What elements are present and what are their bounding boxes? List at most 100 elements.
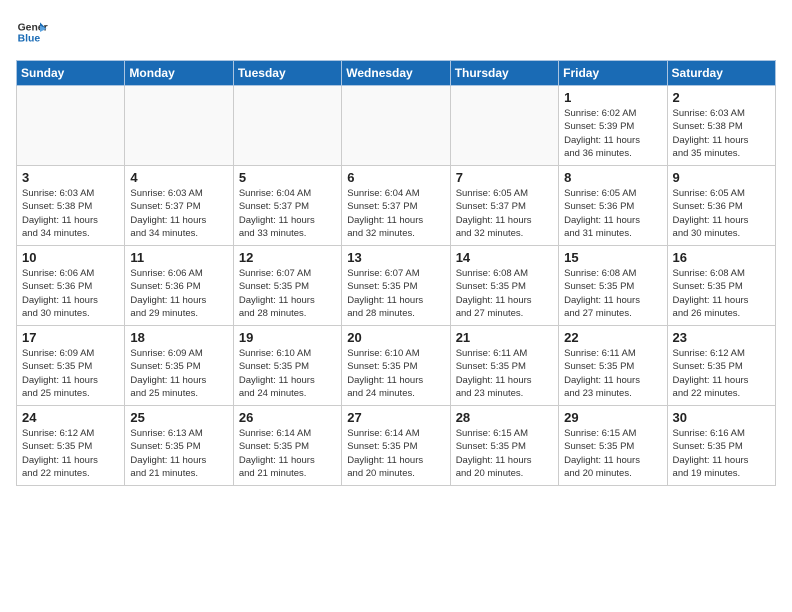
day-header-monday: Monday (125, 61, 233, 86)
day-number: 13 (347, 250, 444, 265)
calendar-cell: 24 Sunrise: 6:12 AM Sunset: 5:35 PM Dayli… (17, 406, 125, 486)
day-info: Sunrise: 6:14 AM Sunset: 5:35 PM Dayligh… (239, 427, 336, 480)
day-info: Sunrise: 6:07 AM Sunset: 5:35 PM Dayligh… (239, 267, 336, 320)
calendar-cell: 19 Sunrise: 6:10 AM Sunset: 5:35 PM Dayli… (233, 326, 341, 406)
day-info: Sunrise: 6:05 AM Sunset: 5:37 PM Dayligh… (456, 187, 553, 240)
calendar-cell (17, 86, 125, 166)
calendar-cell: 9 Sunrise: 6:05 AM Sunset: 5:36 PM Daylig… (667, 166, 775, 246)
calendar-cell: 22 Sunrise: 6:11 AM Sunset: 5:35 PM Dayli… (559, 326, 667, 406)
day-info: Sunrise: 6:05 AM Sunset: 5:36 PM Dayligh… (673, 187, 770, 240)
day-info: Sunrise: 6:12 AM Sunset: 5:35 PM Dayligh… (673, 347, 770, 400)
day-info: Sunrise: 6:08 AM Sunset: 5:35 PM Dayligh… (564, 267, 661, 320)
day-number: 2 (673, 90, 770, 105)
calendar-cell (342, 86, 450, 166)
week-row-3: 17 Sunrise: 6:09 AM Sunset: 5:35 PM Dayli… (17, 326, 776, 406)
calendar-cell: 23 Sunrise: 6:12 AM Sunset: 5:35 PM Dayli… (667, 326, 775, 406)
calendar-cell: 15Sunrise: 6:08 AM Sunset: 5:35 PM Dayli… (559, 246, 667, 326)
day-number: 10 (22, 250, 119, 265)
day-info: Sunrise: 6:02 AM Sunset: 5:39 PM Dayligh… (564, 107, 661, 160)
day-header-wednesday: Wednesday (342, 61, 450, 86)
day-header-sunday: Sunday (17, 61, 125, 86)
day-info: Sunrise: 6:11 AM Sunset: 5:35 PM Dayligh… (456, 347, 553, 400)
week-row-4: 24 Sunrise: 6:12 AM Sunset: 5:35 PM Dayli… (17, 406, 776, 486)
calendar-cell: 13 Sunrise: 6:07 AM Sunset: 5:35 PM Dayli… (342, 246, 450, 326)
day-info: Sunrise: 6:08 AM Sunset: 5:35 PM Dayligh… (673, 267, 770, 320)
day-number: 7 (456, 170, 553, 185)
day-number: 14 (456, 250, 553, 265)
calendar-cell: 5Sunrise: 6:04 AM Sunset: 5:37 PM Daylig… (233, 166, 341, 246)
day-number: 8 (564, 170, 661, 185)
day-info: Sunrise: 6:09 AM Sunset: 5:35 PM Dayligh… (130, 347, 227, 400)
day-number: 26 (239, 410, 336, 425)
day-number: 16 (673, 250, 770, 265)
calendar-cell: 3 Sunrise: 6:03 AM Sunset: 5:38 PM Daylig… (17, 166, 125, 246)
calendar-cell: 28 Sunrise: 6:15 AM Sunset: 5:35 PM Dayli… (450, 406, 558, 486)
calendar-cell: 16 Sunrise: 6:08 AM Sunset: 5:35 PM Dayli… (667, 246, 775, 326)
day-info: Sunrise: 6:03 AM Sunset: 5:38 PM Dayligh… (673, 107, 770, 160)
calendar-cell: 11 Sunrise: 6:06 AM Sunset: 5:36 PM Dayli… (125, 246, 233, 326)
calendar-cell: 21 Sunrise: 6:11 AM Sunset: 5:35 PM Dayli… (450, 326, 558, 406)
calendar-cell: 1Sunrise: 6:02 AM Sunset: 5:39 PM Daylig… (559, 86, 667, 166)
day-info: Sunrise: 6:04 AM Sunset: 5:37 PM Dayligh… (347, 187, 444, 240)
calendar-cell: 17 Sunrise: 6:09 AM Sunset: 5:35 PM Dayli… (17, 326, 125, 406)
day-number: 3 (22, 170, 119, 185)
day-number: 20 (347, 330, 444, 345)
week-row-1: 3 Sunrise: 6:03 AM Sunset: 5:38 PM Daylig… (17, 166, 776, 246)
svg-text:Blue: Blue (18, 34, 41, 45)
calendar-table: SundayMondayTuesdayWednesdayThursdayFrid… (16, 60, 776, 486)
calendar-cell: 8 Sunrise: 6:05 AM Sunset: 5:36 PM Daylig… (559, 166, 667, 246)
calendar-cell: 27 Sunrise: 6:14 AM Sunset: 5:35 PM Dayli… (342, 406, 450, 486)
calendar-cell: 10 Sunrise: 6:06 AM Sunset: 5:36 PM Dayli… (17, 246, 125, 326)
day-info: Sunrise: 6:15 AM Sunset: 5:35 PM Dayligh… (564, 427, 661, 480)
day-info: Sunrise: 6:04 AM Sunset: 5:37 PM Dayligh… (239, 187, 336, 240)
calendar-cell (233, 86, 341, 166)
day-number: 9 (673, 170, 770, 185)
calendar-cell: 29Sunrise: 6:15 AM Sunset: 5:35 PM Dayli… (559, 406, 667, 486)
day-info: Sunrise: 6:05 AM Sunset: 5:36 PM Dayligh… (564, 187, 661, 240)
day-info: Sunrise: 6:07 AM Sunset: 5:35 PM Dayligh… (347, 267, 444, 320)
day-info: Sunrise: 6:14 AM Sunset: 5:35 PM Dayligh… (347, 427, 444, 480)
day-info: Sunrise: 6:15 AM Sunset: 5:35 PM Dayligh… (456, 427, 553, 480)
day-number: 19 (239, 330, 336, 345)
day-info: Sunrise: 6:03 AM Sunset: 5:38 PM Dayligh… (22, 187, 119, 240)
day-info: Sunrise: 6:06 AM Sunset: 5:36 PM Dayligh… (22, 267, 119, 320)
day-info: Sunrise: 6:13 AM Sunset: 5:35 PM Dayligh… (130, 427, 227, 480)
calendar-cell: 14 Sunrise: 6:08 AM Sunset: 5:35 PM Dayli… (450, 246, 558, 326)
calendar-cell: 20Sunrise: 6:10 AM Sunset: 5:35 PM Dayli… (342, 326, 450, 406)
day-header-tuesday: Tuesday (233, 61, 341, 86)
day-header-saturday: Saturday (667, 61, 775, 86)
calendar-cell: 12 Sunrise: 6:07 AM Sunset: 5:35 PM Dayli… (233, 246, 341, 326)
day-info: Sunrise: 6:16 AM Sunset: 5:35 PM Dayligh… (673, 427, 770, 480)
day-number: 27 (347, 410, 444, 425)
day-info: Sunrise: 6:03 AM Sunset: 5:37 PM Dayligh… (130, 187, 227, 240)
day-info: Sunrise: 6:08 AM Sunset: 5:35 PM Dayligh… (456, 267, 553, 320)
day-number: 11 (130, 250, 227, 265)
day-number: 17 (22, 330, 119, 345)
day-number: 23 (673, 330, 770, 345)
day-info: Sunrise: 6:09 AM Sunset: 5:35 PM Dayligh… (22, 347, 119, 400)
week-row-2: 10 Sunrise: 6:06 AM Sunset: 5:36 PM Dayli… (17, 246, 776, 326)
day-number: 25 (130, 410, 227, 425)
calendar-cell: 25 Sunrise: 6:13 AM Sunset: 5:35 PM Dayli… (125, 406, 233, 486)
day-number: 12 (239, 250, 336, 265)
day-header-friday: Friday (559, 61, 667, 86)
day-number: 28 (456, 410, 553, 425)
logo: General Blue (16, 16, 48, 48)
calendar-cell (125, 86, 233, 166)
calendar-cell: 30 Sunrise: 6:16 AM Sunset: 5:35 PM Dayli… (667, 406, 775, 486)
day-header-thursday: Thursday (450, 61, 558, 86)
calendar-cell: 6Sunrise: 6:04 AM Sunset: 5:37 PM Daylig… (342, 166, 450, 246)
calendar-cell (450, 86, 558, 166)
day-info: Sunrise: 6:06 AM Sunset: 5:36 PM Dayligh… (130, 267, 227, 320)
calendar-cell: 26 Sunrise: 6:14 AM Sunset: 5:35 PM Dayli… (233, 406, 341, 486)
day-number: 30 (673, 410, 770, 425)
day-number: 18 (130, 330, 227, 345)
day-number: 24 (22, 410, 119, 425)
day-number: 21 (456, 330, 553, 345)
day-number: 4 (130, 170, 227, 185)
day-info: Sunrise: 6:12 AM Sunset: 5:35 PM Dayligh… (22, 427, 119, 480)
header-row: SundayMondayTuesdayWednesdayThursdayFrid… (17, 61, 776, 86)
day-info: Sunrise: 6:10 AM Sunset: 5:35 PM Dayligh… (239, 347, 336, 400)
day-info: Sunrise: 6:11 AM Sunset: 5:35 PM Dayligh… (564, 347, 661, 400)
day-number: 22 (564, 330, 661, 345)
